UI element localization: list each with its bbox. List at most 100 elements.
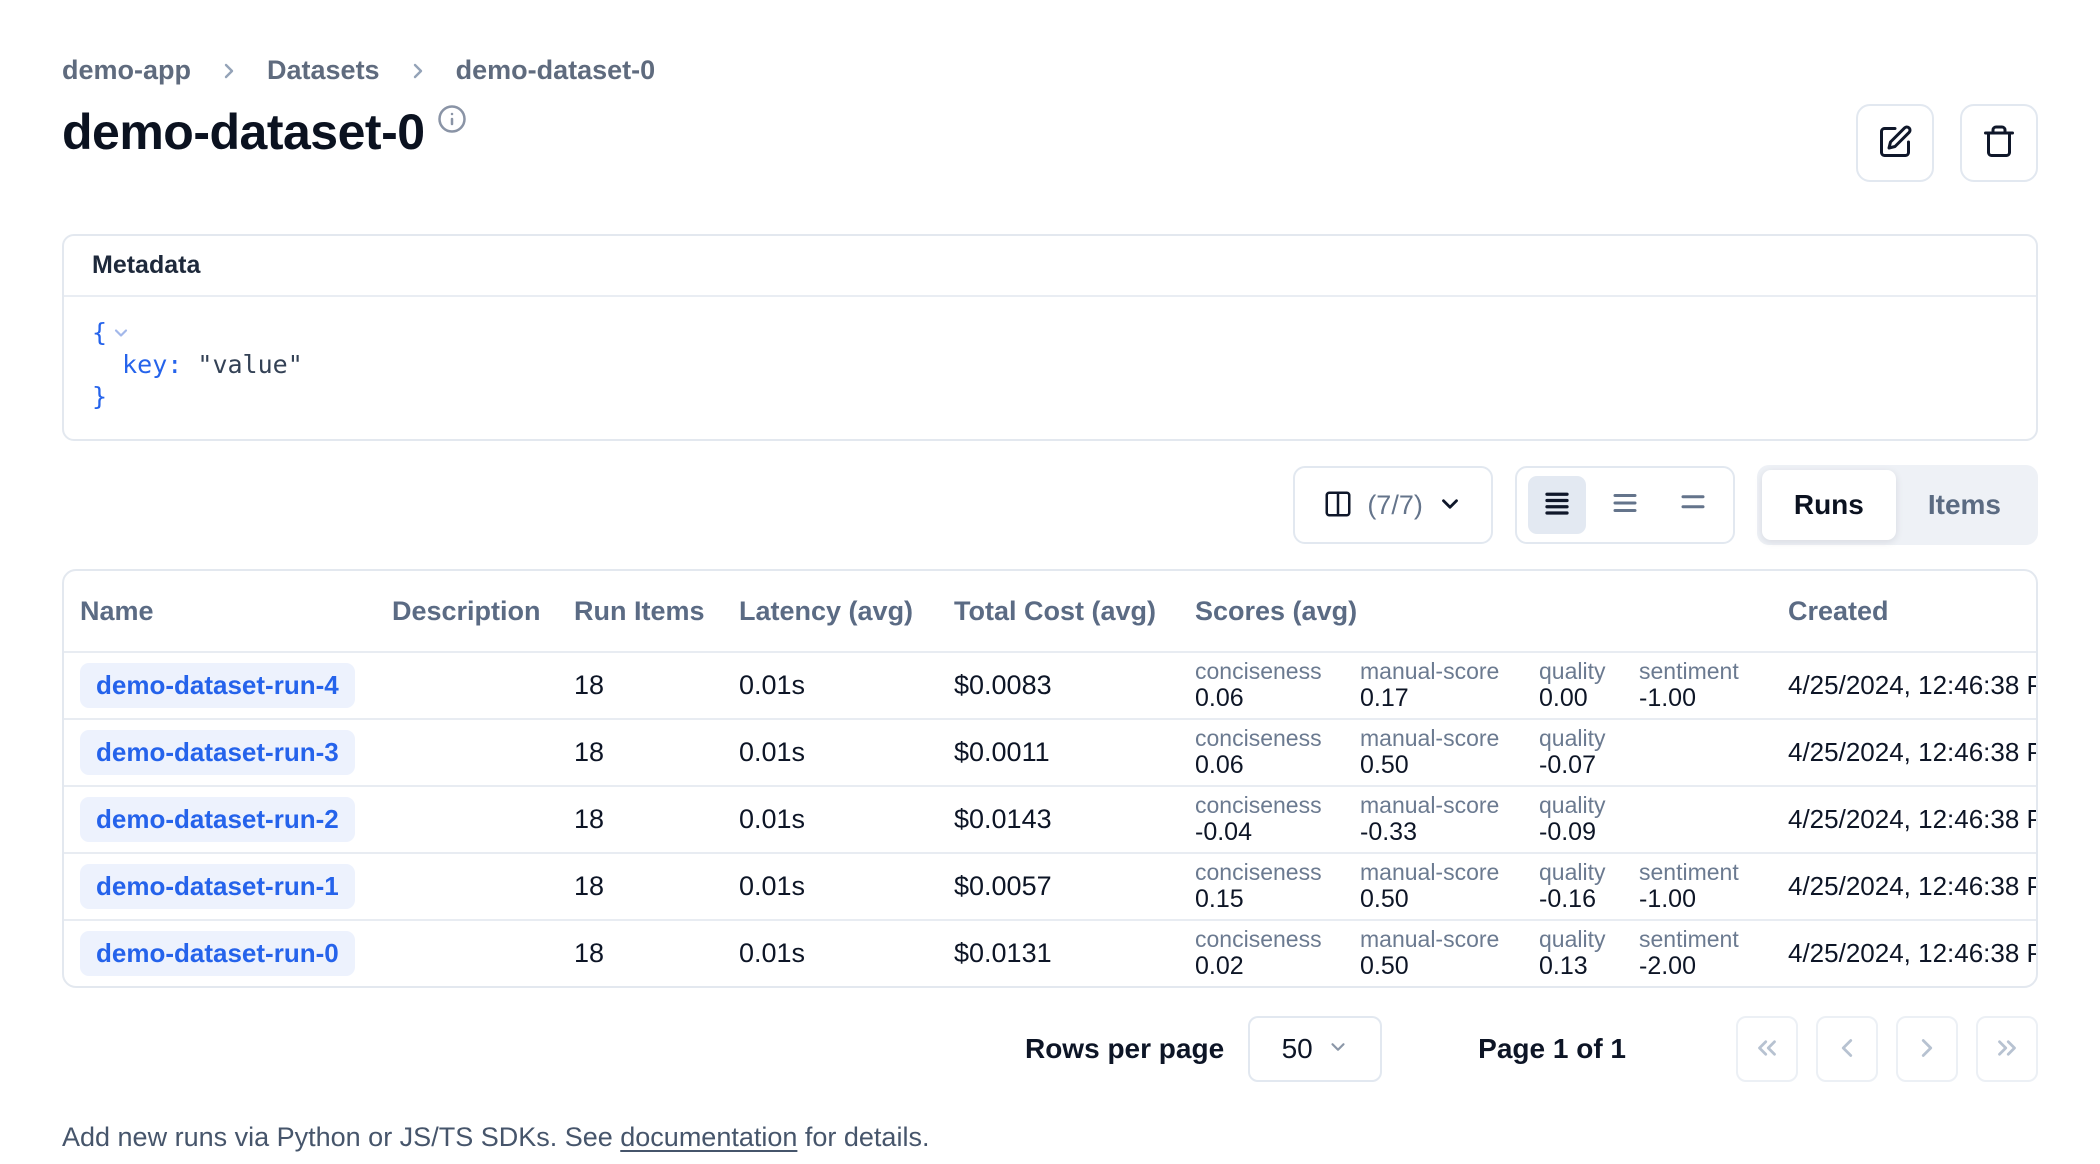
json-value: "value": [182, 349, 302, 381]
rows-per-page-select[interactable]: 50: [1248, 1016, 1382, 1082]
total-cost-cell: $0.0083: [954, 670, 1195, 701]
run-items-cell: 18: [574, 871, 739, 902]
total-cost-cell: $0.0057: [954, 871, 1195, 902]
info-icon[interactable]: [437, 104, 467, 139]
dataset-run-link[interactable]: demo-dataset-run-4: [80, 663, 355, 708]
column-header-created: Created: [1788, 596, 2036, 627]
score-label: sentiment: [1639, 658, 1788, 684]
score-value: -0.09: [1539, 818, 1639, 847]
collapse-json-icon[interactable]: [111, 323, 131, 343]
row-height-medium-button[interactable]: [1596, 476, 1654, 534]
score-label: conciseness: [1195, 658, 1360, 684]
chevrons-left-icon: [1752, 1033, 1782, 1066]
last-page-button[interactable]: [1976, 1016, 2038, 1082]
metadata-panel-title: Metadata: [64, 236, 2036, 297]
rows-medium-icon: [1610, 488, 1640, 523]
score-label: quality: [1539, 658, 1639, 684]
table-row[interactable]: demo-dataset-run-4 180.01s$0.0083concisen…: [64, 651, 2036, 718]
column-header-latency: Latency (avg): [739, 596, 954, 627]
column-header-scores: Scores (avg): [1195, 596, 1788, 627]
score-value: 0.06: [1195, 751, 1360, 780]
json-close-brace: }: [92, 381, 107, 413]
run-items-cell: 18: [574, 670, 739, 701]
pager-buttons: [1736, 1016, 2038, 1082]
score-value: -0.07: [1539, 751, 1639, 780]
json-open-brace: {: [92, 317, 107, 349]
table-row[interactable]: demo-dataset-run-2180.01s$0.0143concisen…: [64, 785, 2036, 852]
dataset-run-link[interactable]: demo-dataset-run-2: [80, 797, 355, 842]
score-item: sentiment-2.00: [1639, 926, 1788, 981]
sdk-hint-text-after: for details.: [797, 1122, 929, 1152]
created-cell: 4/25/2024, 12:46:38 PM: [1788, 804, 2036, 835]
tab-runs[interactable]: Runs: [1762, 470, 1896, 540]
breadcrumb-item-datasets[interactable]: Datasets: [267, 55, 380, 86]
chevron-right-icon: [406, 59, 430, 83]
row-height-small-button[interactable]: [1528, 476, 1586, 534]
name-cell: demo-dataset-run-0: [80, 931, 392, 976]
latency-cell: 0.01s: [739, 938, 954, 969]
score-label: quality: [1539, 926, 1639, 952]
runs-items-tabs: Runs Items: [1757, 465, 2038, 545]
total-cost-cell: $0.0131: [954, 938, 1195, 969]
table-body: demo-dataset-run-4180.01s$0.0083concisen…: [64, 651, 2036, 986]
rows-per-page-value: 50: [1282, 1033, 1313, 1065]
latency-cell: 0.01s: [739, 670, 954, 701]
next-page-button[interactable]: [1896, 1016, 1958, 1082]
table-row[interactable]: demo-dataset-run-3180.01s$0.0011concisen…: [64, 718, 2036, 785]
first-page-button[interactable]: [1736, 1016, 1798, 1082]
table-toolbar: (7/7) Runs Ite: [62, 465, 2038, 545]
rows-dense-icon: [1542, 488, 1572, 523]
breadcrumb-item-project[interactable]: demo-app: [62, 55, 191, 86]
score-item: conciseness-0.04: [1195, 792, 1360, 847]
table-row[interactable]: demo-dataset-run-1 180.01s$0.0057concisen…: [64, 852, 2036, 919]
latency-cell: 0.01s: [739, 871, 954, 902]
json-key: key:: [92, 349, 182, 381]
dataset-page: demo-app Datasets demo-dataset-0 demo-da…: [0, 0, 2100, 1153]
score-item: manual-score0.50: [1360, 725, 1539, 780]
chevron-down-icon: [1437, 491, 1463, 520]
run-items-cell: 18: [574, 938, 739, 969]
page-title: demo-dataset-0: [62, 102, 425, 162]
score-value: 0.50: [1360, 885, 1539, 914]
score-value: 0.13: [1539, 952, 1639, 981]
run-items-cell: 18: [574, 804, 739, 835]
score-value: -0.33: [1360, 818, 1539, 847]
score-label: quality: [1539, 859, 1639, 885]
dataset-run-link[interactable]: demo-dataset-run-3: [80, 730, 355, 775]
name-cell: demo-dataset-run-3: [80, 730, 392, 775]
score-item: sentiment-1.00: [1639, 658, 1788, 713]
previous-page-button[interactable]: [1816, 1016, 1878, 1082]
column-header-name: Name: [80, 596, 392, 627]
pagination-bar: Rows per page 50 Page 1 of 1: [62, 1016, 2038, 1082]
score-value: 0.02: [1195, 952, 1360, 981]
score-item: conciseness0.06: [1195, 725, 1360, 780]
score-value: -1.00: [1639, 885, 1788, 914]
dataset-run-link[interactable]: demo-dataset-run-0: [80, 931, 355, 976]
row-height-large-button[interactable]: [1664, 476, 1722, 534]
score-value: 0.50: [1360, 751, 1539, 780]
score-item: conciseness0.02: [1195, 926, 1360, 981]
score-item: manual-score0.17: [1360, 658, 1539, 713]
documentation-link[interactable]: documentation: [620, 1122, 797, 1152]
tab-items[interactable]: Items: [1896, 470, 2033, 540]
scores-cell: conciseness0.06manual-score0.50quality-0…: [1195, 725, 1788, 780]
score-value: -0.04: [1195, 818, 1360, 847]
edit-dataset-button[interactable]: [1856, 104, 1934, 182]
dataset-run-link[interactable]: demo-dataset-run-1: [80, 864, 355, 909]
score-label: conciseness: [1195, 792, 1360, 818]
chevron-right-icon: [217, 59, 241, 83]
scores-cell: conciseness0.15manual-score0.50quality-0…: [1195, 859, 1788, 914]
delete-dataset-button[interactable]: [1960, 104, 2038, 182]
scores-cell: conciseness0.02manual-score0.50quality0.…: [1195, 926, 1788, 981]
latency-cell: 0.01s: [739, 804, 954, 835]
score-label: quality: [1539, 725, 1639, 751]
row-height-toggle-group: [1515, 466, 1735, 544]
score-value: 0.00: [1539, 684, 1639, 713]
column-visibility-button[interactable]: (7/7): [1293, 466, 1493, 544]
score-item: manual-score-0.33: [1360, 792, 1539, 847]
chevrons-right-icon: [1992, 1033, 2022, 1066]
table-row[interactable]: demo-dataset-run-0 180.01s$0.0131concisen…: [64, 919, 2036, 986]
breadcrumb-item-current[interactable]: demo-dataset-0: [456, 55, 656, 86]
score-label: conciseness: [1195, 859, 1360, 885]
edit-icon: [1877, 124, 1913, 163]
